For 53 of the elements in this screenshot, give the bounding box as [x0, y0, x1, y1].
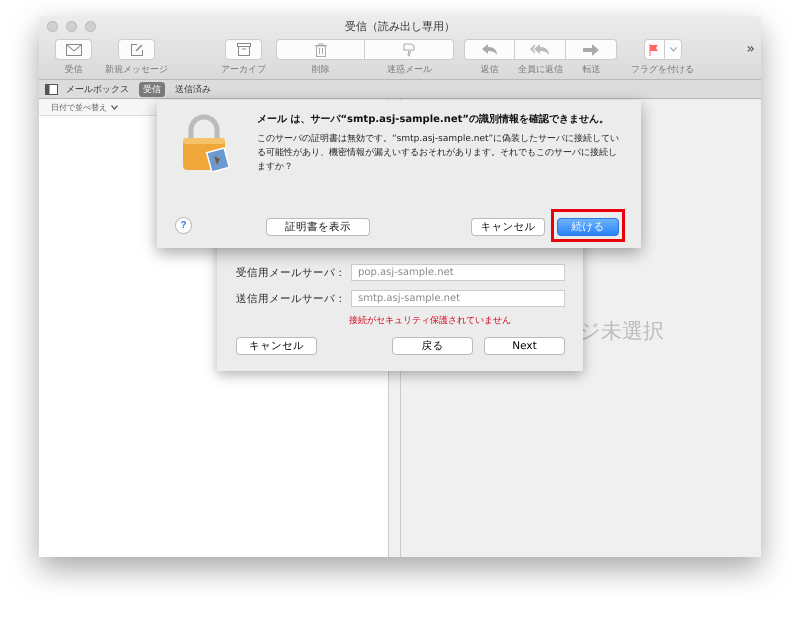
- flag-tool-button[interactable]: [644, 39, 682, 60]
- toolbar-label: 迷惑メール: [387, 64, 432, 76]
- mailboxes-button[interactable]: メールボックス: [62, 82, 133, 96]
- compose-icon: [130, 42, 144, 56]
- alert-message: このサーバの証明書は無効です。“smtp.asj-sample.net”に偽装したサーバに接続している可能性があり、機密情報が漏えいするおそれがあります。それでもこのサーバに接続しますか？: [257, 132, 620, 174]
- thumb-tool-button[interactable]: [365, 39, 454, 60]
- forward-tool-button[interactable]: [566, 39, 617, 60]
- toolbar-label: 全員に返信: [518, 64, 563, 76]
- toolbar-label: 削除: [312, 64, 330, 76]
- security-warning-text: 接続がセキュリティ保護されていません: [349, 314, 512, 327]
- flag-icon: [648, 44, 658, 56]
- field-label: 受信用メールサーバ：: [236, 266, 346, 280]
- minimize-window-button[interactable]: [66, 21, 77, 32]
- help-button[interactable]: ?: [175, 217, 192, 234]
- close-window-button[interactable]: [47, 21, 58, 32]
- reply-arrow-icon: [482, 44, 498, 56]
- alert-button[interactable]: キャンセル: [471, 218, 545, 236]
- sheet-button[interactable]: キャンセル: [236, 337, 317, 355]
- right-arrow-icon: [583, 44, 599, 56]
- alert-title: メール は、サーバ“smtp.asj-sample.net”の識別情報を確認できません。: [257, 112, 610, 126]
- trash-tool-button[interactable]: [276, 39, 365, 60]
- sort-by-date-menu[interactable]: 日付で並べ替え: [51, 102, 107, 112]
- toolbar-label: アーカイブ: [221, 64, 266, 76]
- sidebar-toggle-icon[interactable]: [45, 84, 58, 94]
- envelope-icon: [66, 44, 82, 56]
- chevron-down-icon: [670, 47, 676, 52]
- alert-button[interactable]: 証明書を表示: [266, 218, 370, 236]
- window-title: 受信（読み出し専用）: [345, 18, 455, 34]
- field-label: 送信用メールサーバ：: [236, 292, 346, 306]
- archive-box-icon: [236, 43, 250, 56]
- favorite-mailbox[interactable]: 送信済み: [171, 82, 215, 96]
- toolbar-label: 返信: [480, 64, 498, 76]
- archive-tool-button[interactable]: [225, 39, 262, 60]
- server-input-field[interactable]: smtp.asj-sample.net: [351, 290, 565, 307]
- zoom-window-button[interactable]: [85, 21, 96, 32]
- toolbar-label: 転送: [582, 64, 600, 76]
- compose-tool-button[interactable]: [118, 39, 155, 60]
- toolbar-overflow-button[interactable]: »: [746, 41, 755, 57]
- sheet-button[interactable]: Next: [484, 337, 565, 355]
- envelope-tool-button[interactable]: [55, 39, 92, 60]
- trash-icon: [314, 42, 326, 56]
- padlock-with-stamp-icon: [181, 114, 231, 172]
- sheet-button[interactable]: 戻る: [392, 337, 473, 355]
- replyall-tool-button[interactable]: [515, 39, 566, 60]
- favorite-mailbox[interactable]: 受信: [139, 82, 165, 96]
- toolbar-label: 新規メッセージ: [105, 64, 168, 76]
- server-input-field[interactable]: pop.asj-sample.net: [351, 264, 565, 281]
- thumbs-down-icon: [402, 42, 416, 56]
- chevron-down-icon: [111, 104, 118, 110]
- toolbar-label: フラグを付ける: [631, 64, 694, 76]
- reply-all-arrow-icon: [530, 44, 550, 56]
- toolbar-label: 受信: [64, 64, 82, 76]
- reply-tool-button[interactable]: [464, 39, 515, 60]
